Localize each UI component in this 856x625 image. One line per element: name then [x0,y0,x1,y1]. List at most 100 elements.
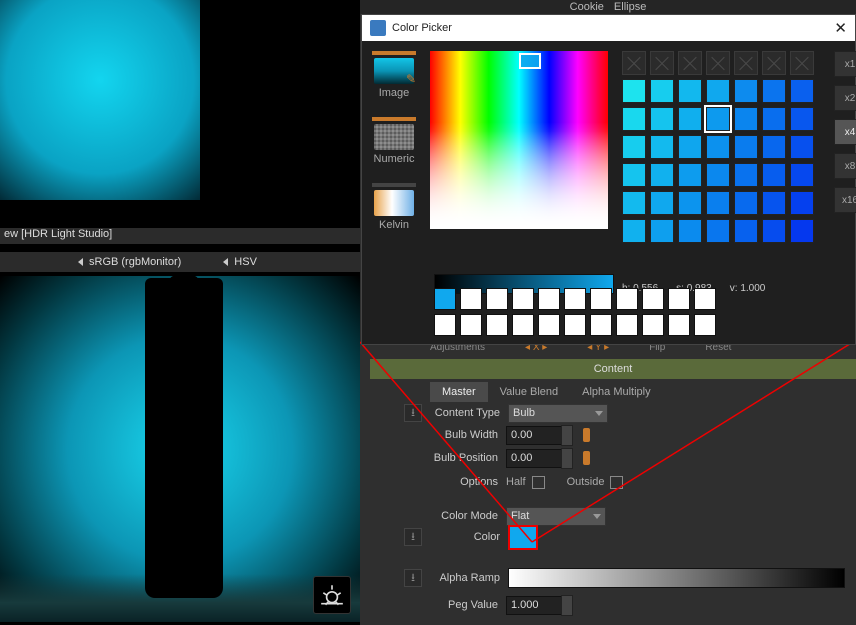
zoom-button-x1[interactable]: x1⌕ [834,51,856,77]
content-type-dropdown[interactable]: Bulb [508,404,608,423]
preset-swatch[interactable] [642,288,664,310]
swatch[interactable] [678,219,702,243]
alpha-ramp-gradient[interactable] [508,568,845,588]
swatch[interactable] [650,163,674,187]
preset-swatch[interactable] [564,314,586,336]
preset-swatch[interactable] [668,288,690,310]
preset-swatch[interactable] [616,314,638,336]
swatch[interactable] [762,79,786,103]
swatch[interactable] [762,219,786,243]
spinner-icon[interactable] [561,448,573,469]
half-checkbox[interactable] [532,476,545,489]
download-icon[interactable]: ⭳ [404,404,422,422]
swatch[interactable] [622,135,646,159]
swatch[interactable] [762,51,786,75]
swatch[interactable] [678,107,702,131]
swatch[interactable] [678,135,702,159]
sun-position-icon[interactable] [313,576,351,614]
ellipse-menu[interactable]: Ellipse [614,1,646,13]
download-icon[interactable]: ⭳ [404,528,422,546]
zoom-button-x8[interactable]: x8⌕ [834,153,856,179]
swatch[interactable] [762,135,786,159]
color-swatch[interactable] [508,525,538,550]
swatch[interactable] [706,107,730,131]
swatch[interactable] [790,107,814,131]
swatch[interactable] [734,51,758,75]
swatch[interactable] [734,135,758,159]
render-viewport[interactable] [0,276,360,622]
preset-swatch[interactable] [538,288,560,310]
preset-swatch[interactable] [486,288,508,310]
swatch[interactable] [762,107,786,131]
spectrum-picker[interactable] [430,51,608,229]
preset-swatch[interactable] [434,314,456,336]
swatch[interactable] [706,191,730,215]
zoom-button-x16[interactable]: x16⌕ [834,187,856,213]
cookie-menu[interactable]: Cookie [570,1,604,13]
swatch[interactable] [650,107,674,131]
preset-swatch[interactable] [460,314,482,336]
swatch[interactable] [678,191,702,215]
swatch[interactable] [706,135,730,159]
preset-swatch[interactable] [564,288,586,310]
swatch[interactable] [734,107,758,131]
swatch[interactable] [678,51,702,75]
colormode-dropdown[interactable]: HSV [234,256,257,268]
preset-swatch[interactable] [460,288,482,310]
color-mode-dropdown[interactable]: Flat [506,507,606,526]
preset-swatch[interactable] [512,288,534,310]
swatch[interactable] [622,107,646,131]
preset-swatch[interactable] [694,314,716,336]
preset-swatch[interactable] [434,288,456,310]
color-picker-titlebar[interactable]: Color Picker ✕ [362,15,855,41]
picker-tab-image[interactable]: Image [372,51,416,99]
swatch[interactable] [650,191,674,215]
swatch[interactable] [734,219,758,243]
spectrum-cursor-icon[interactable] [519,53,541,69]
swatch[interactable] [734,163,758,187]
tab-value-blend[interactable]: Value Blend [488,382,571,402]
preset-swatch[interactable] [512,314,534,336]
spinner-icon[interactable] [561,595,573,616]
content-header[interactable]: Content [370,359,856,379]
swatch[interactable] [790,51,814,75]
swatch[interactable] [622,79,646,103]
swatch[interactable] [734,191,758,215]
preset-swatch[interactable] [642,314,664,336]
swatch[interactable] [706,219,730,243]
swatch[interactable] [622,191,646,215]
swatch[interactable] [762,163,786,187]
swatch[interactable] [650,51,674,75]
tab-alpha-multiply[interactable]: Alpha Multiply [570,382,662,402]
swatch[interactable] [622,51,646,75]
preset-swatch[interactable] [694,288,716,310]
preset-swatch[interactable] [590,288,612,310]
picker-tab-numeric[interactable]: Numeric [372,117,416,165]
spinner-icon[interactable] [561,425,573,446]
swatch[interactable] [762,191,786,215]
swatch[interactable] [734,79,758,103]
swatch[interactable] [650,135,674,159]
swatch[interactable] [650,219,674,243]
swatch[interactable] [706,79,730,103]
preset-swatch[interactable] [668,314,690,336]
zoom-button-x2[interactable]: x2⌕ [834,85,856,111]
swatch[interactable] [790,79,814,103]
outside-checkbox[interactable] [610,476,623,489]
colorspace-dropdown[interactable]: sRGB (rgbMonitor) [89,256,181,268]
swatch[interactable] [678,79,702,103]
bulb-width-input[interactable]: 0.00 [506,426,562,445]
preset-swatch[interactable] [486,314,508,336]
bulb-position-input[interactable]: 0.00 [506,449,562,468]
swatch[interactable] [650,79,674,103]
preset-swatch[interactable] [616,288,638,310]
tab-master[interactable]: Master [430,382,488,402]
swatch[interactable] [622,163,646,187]
preset-swatch[interactable] [538,314,560,336]
picker-tab-kelvin[interactable]: Kelvin [372,183,416,231]
zoom-button-x4[interactable]: x4⌕ [834,119,856,145]
swatch[interactable] [790,163,814,187]
peg-value-input[interactable]: 1.000 [506,596,562,615]
download-icon[interactable]: ⭳ [404,569,422,587]
swatch[interactable] [678,163,702,187]
